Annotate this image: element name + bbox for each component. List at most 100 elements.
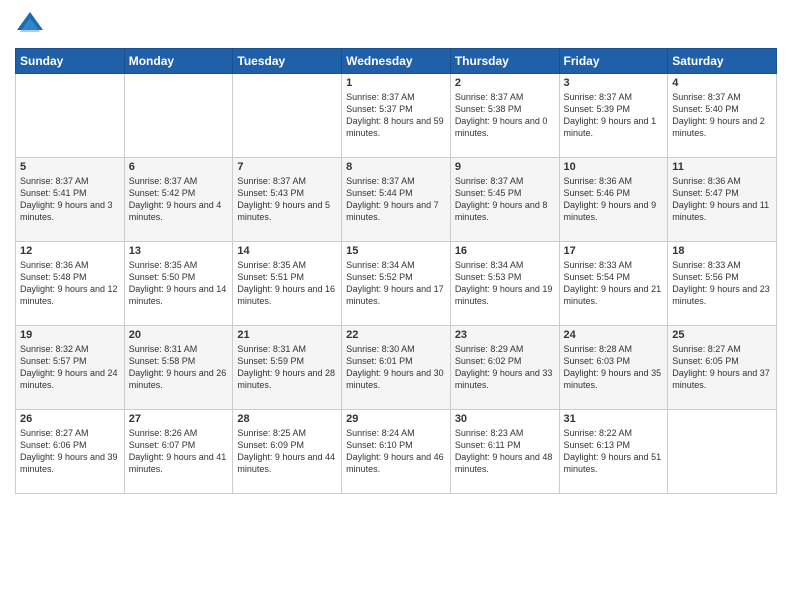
- day-number: 29: [346, 413, 446, 425]
- day-info: Sunrise: 8:36 AMSunset: 5:48 PMDaylight:…: [20, 259, 120, 308]
- day-cell-29: 29 Sunrise: 8:24 AMSunset: 6:10 PMDayligh…: [342, 410, 451, 494]
- week-row-4: 19 Sunrise: 8:32 AMSunset: 5:57 PMDayligh…: [16, 326, 777, 410]
- day-info: Sunrise: 8:37 AMSunset: 5:40 PMDaylight:…: [672, 91, 772, 140]
- empty-cell: [233, 74, 342, 158]
- logo: [15, 10, 49, 40]
- day-number: 15: [346, 245, 446, 257]
- empty-cell: [16, 74, 125, 158]
- day-info: Sunrise: 8:37 AMSunset: 5:45 PMDaylight:…: [455, 175, 555, 224]
- day-number: 9: [455, 161, 555, 173]
- day-number: 12: [20, 245, 120, 257]
- day-number: 24: [564, 329, 664, 341]
- day-cell-16: 16Sunrise: 8:34 AMSunset: 5:53 PMDayligh…: [450, 242, 559, 326]
- day-number: 28: [237, 413, 337, 425]
- logo-icon: [15, 10, 45, 40]
- day-number: 27: [129, 413, 229, 425]
- day-number: 7: [237, 161, 337, 173]
- day-info: Sunrise: 8:37 AMSunset: 5:39 PMDaylight:…: [564, 91, 664, 140]
- day-number: 25: [672, 329, 772, 341]
- day-info: Sunrise: 8:31 AMSunset: 5:59 PMDaylight:…: [237, 343, 337, 392]
- day-number: 13: [129, 245, 229, 257]
- day-cell-15: 15 Sunrise: 8:34 AMSunset: 5:52 PMDayligh…: [342, 242, 451, 326]
- day-cell-1: 1 Sunrise: 8:37 AMSunset: 5:37 PMDaylight…: [342, 74, 451, 158]
- day-info: Sunrise: 8:36 AMSunset: 5:47 PMDaylight:…: [672, 175, 772, 224]
- day-cell-3: 3 Sunrise: 8:37 AMSunset: 5:39 PMDaylight…: [559, 74, 668, 158]
- day-info: Sunrise: 8:37 AMSunset: 5:42 PMDaylight:…: [129, 175, 229, 224]
- day-info: Sunrise: 8:32 AMSunset: 5:57 PMDaylight:…: [20, 343, 120, 392]
- day-cell-8: 8Sunrise: 8:37 AMSunset: 5:44 PMDaylight…: [342, 158, 451, 242]
- day-cell-25: 25 Sunrise: 8:27 AMSunset: 6:05 PMDayligh…: [668, 326, 777, 410]
- weekday-sunday: Sunday: [16, 49, 125, 74]
- day-info: Sunrise: 8:37 AMSunset: 5:37 PMDaylight:…: [346, 91, 446, 140]
- day-cell-27: 27 Sunrise: 8:26 AMSunset: 6:07 PMDayligh…: [124, 410, 233, 494]
- weekday-wednesday: Wednesday: [342, 49, 451, 74]
- day-number: 10: [564, 161, 664, 173]
- day-cell-30: 30 Sunrise: 8:23 AMSunset: 6:11 PMDayligh…: [450, 410, 559, 494]
- day-number: 6: [129, 161, 229, 173]
- weekday-thursday: Thursday: [450, 49, 559, 74]
- day-info: Sunrise: 8:28 AMSunset: 6:03 PMDaylight:…: [564, 343, 664, 392]
- day-cell-4: 4 Sunrise: 8:37 AMSunset: 5:40 PMDaylight…: [668, 74, 777, 158]
- day-info: Sunrise: 8:22 AMSunset: 6:13 PMDaylight:…: [564, 427, 664, 476]
- day-cell-22: 22 Sunrise: 8:30 AMSunset: 6:01 PMDayligh…: [342, 326, 451, 410]
- day-cell-5: 5Sunrise: 8:37 AMSunset: 5:41 PMDaylight…: [16, 158, 125, 242]
- day-number: 31: [564, 413, 664, 425]
- day-info: Sunrise: 8:37 AMSunset: 5:38 PMDaylight:…: [455, 91, 555, 140]
- day-cell-21: 21 Sunrise: 8:31 AMSunset: 5:59 PMDayligh…: [233, 326, 342, 410]
- day-info: Sunrise: 8:37 AMSunset: 5:41 PMDaylight:…: [20, 175, 120, 224]
- day-number: 23: [455, 329, 555, 341]
- day-number: 14: [237, 245, 337, 257]
- day-info: Sunrise: 8:34 AMSunset: 5:52 PMDaylight:…: [346, 259, 446, 308]
- day-number: 26: [20, 413, 120, 425]
- day-number: 22: [346, 329, 446, 341]
- day-cell-28: 28 Sunrise: 8:25 AMSunset: 6:09 PMDayligh…: [233, 410, 342, 494]
- weekday-saturday: Saturday: [668, 49, 777, 74]
- day-info: Sunrise: 8:33 AMSunset: 5:54 PMDaylight:…: [564, 259, 664, 308]
- day-info: Sunrise: 8:31 AMSunset: 5:58 PMDaylight:…: [129, 343, 229, 392]
- day-number: 20: [129, 329, 229, 341]
- day-cell-9: 9 Sunrise: 8:37 AMSunset: 5:45 PMDaylight…: [450, 158, 559, 242]
- day-cell-2: 2 Sunrise: 8:37 AMSunset: 5:38 PMDaylight…: [450, 74, 559, 158]
- day-number: 21: [237, 329, 337, 341]
- weekday-friday: Friday: [559, 49, 668, 74]
- day-cell-11: 11 Sunrise: 8:36 AMSunset: 5:47 PMDayligh…: [668, 158, 777, 242]
- day-info: Sunrise: 8:35 AMSunset: 5:51 PMDaylight:…: [237, 259, 337, 308]
- day-number: 30: [455, 413, 555, 425]
- day-info: Sunrise: 8:25 AMSunset: 6:09 PMDaylight:…: [237, 427, 337, 476]
- day-info: Sunrise: 8:33 AMSunset: 5:56 PMDaylight:…: [672, 259, 772, 308]
- page: SundayMondayTuesdayWednesdayThursdayFrid…: [0, 0, 792, 612]
- day-info: Sunrise: 8:37 AMSunset: 5:43 PMDaylight:…: [237, 175, 337, 224]
- day-info: Sunrise: 8:23 AMSunset: 6:11 PMDaylight:…: [455, 427, 555, 476]
- week-row-5: 26 Sunrise: 8:27 AMSunset: 6:06 PMDayligh…: [16, 410, 777, 494]
- day-number: 3: [564, 77, 664, 89]
- day-cell-7: 7 Sunrise: 8:37 AMSunset: 5:43 PMDaylight…: [233, 158, 342, 242]
- day-cell-10: 10Sunrise: 8:36 AMSunset: 5:46 PMDayligh…: [559, 158, 668, 242]
- day-cell-13: 13 Sunrise: 8:35 AMSunset: 5:50 PMDayligh…: [124, 242, 233, 326]
- day-info: Sunrise: 8:30 AMSunset: 6:01 PMDaylight:…: [346, 343, 446, 392]
- weekday-header-row: SundayMondayTuesdayWednesdayThursdayFrid…: [16, 49, 777, 74]
- day-number: 11: [672, 161, 772, 173]
- day-info: Sunrise: 8:27 AMSunset: 6:05 PMDaylight:…: [672, 343, 772, 392]
- day-info: Sunrise: 8:29 AMSunset: 6:02 PMDaylight:…: [455, 343, 555, 392]
- day-info: Sunrise: 8:35 AMSunset: 5:50 PMDaylight:…: [129, 259, 229, 308]
- day-info: Sunrise: 8:27 AMSunset: 6:06 PMDaylight:…: [20, 427, 120, 476]
- day-number: 17: [564, 245, 664, 257]
- day-number: 2: [455, 77, 555, 89]
- day-number: 1: [346, 77, 446, 89]
- day-cell-26: 26 Sunrise: 8:27 AMSunset: 6:06 PMDayligh…: [16, 410, 125, 494]
- day-number: 4: [672, 77, 772, 89]
- weekday-tuesday: Tuesday: [233, 49, 342, 74]
- day-cell-23: 23 Sunrise: 8:29 AMSunset: 6:02 PMDayligh…: [450, 326, 559, 410]
- week-row-3: 12 Sunrise: 8:36 AMSunset: 5:48 PMDayligh…: [16, 242, 777, 326]
- day-cell-14: 14 Sunrise: 8:35 AMSunset: 5:51 PMDayligh…: [233, 242, 342, 326]
- empty-cell: [668, 410, 777, 494]
- day-number: 19: [20, 329, 120, 341]
- day-cell-20: 20 Sunrise: 8:31 AMSunset: 5:58 PMDayligh…: [124, 326, 233, 410]
- day-number: 18: [672, 245, 772, 257]
- day-info: Sunrise: 8:37 AMSunset: 5:44 PMDaylight:…: [346, 175, 446, 224]
- day-info: Sunrise: 8:24 AMSunset: 6:10 PMDaylight:…: [346, 427, 446, 476]
- calendar: SundayMondayTuesdayWednesdayThursdayFrid…: [15, 48, 777, 494]
- weekday-monday: Monday: [124, 49, 233, 74]
- day-cell-18: 18 Sunrise: 8:33 AMSunset: 5:56 PMDayligh…: [668, 242, 777, 326]
- day-info: Sunrise: 8:26 AMSunset: 6:07 PMDaylight:…: [129, 427, 229, 476]
